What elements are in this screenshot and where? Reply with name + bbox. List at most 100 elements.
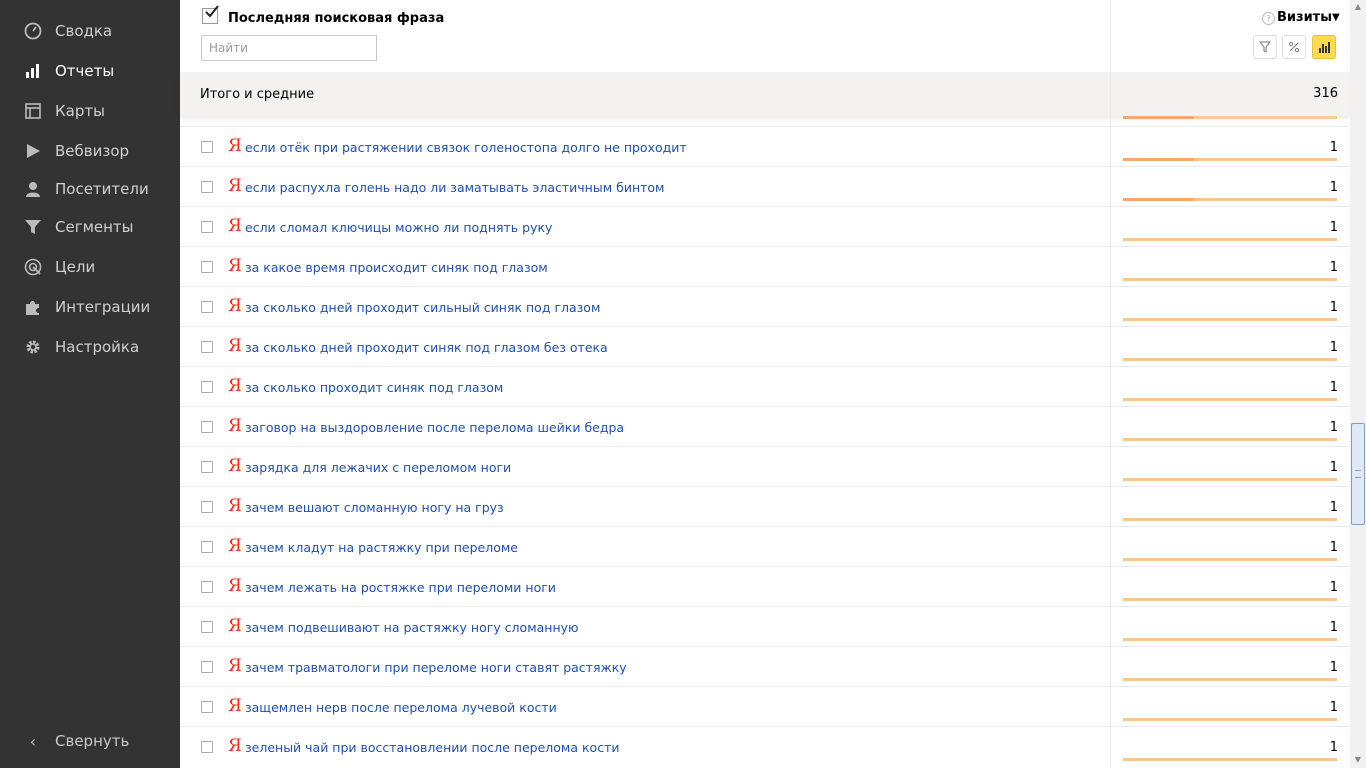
search-phrase-link[interactable]: зачем кладут на растяжку при переломе (245, 540, 518, 555)
visits-value: 1 (1329, 140, 1338, 155)
map-layout-icon (23, 101, 43, 121)
row-checkbox[interactable] (201, 301, 213, 313)
row-checkbox[interactable] (201, 581, 213, 593)
visits-bar (1123, 558, 1337, 561)
search-phrase-link[interactable]: зеленый чай при восстановлении после пер… (245, 740, 619, 755)
row-checkbox[interactable] (201, 741, 213, 753)
table-body: Яесли отёк при растяжении связок голенос… (180, 126, 1350, 766)
search-phrase-link[interactable]: зачем вешают сломанную ногу на груз (245, 500, 504, 515)
sidebar-item-goals[interactable]: Цели (0, 251, 180, 283)
yandex-logo-icon: Я (228, 376, 242, 396)
row-checkbox[interactable] (201, 341, 213, 353)
puzzle-icon (23, 297, 43, 317)
sidebar-item-maps[interactable]: Карты (0, 95, 180, 127)
visits-bar (1123, 278, 1337, 281)
yandex-logo-icon: Я (228, 336, 242, 356)
table-row: Язеленый чай при восстановлении после пе… (180, 726, 1350, 766)
report-table: Последняя поисковая фраза ? Визиты ▼ Ито… (180, 0, 1350, 768)
visits-value: 1 (1329, 180, 1338, 195)
chevron-left-icon: ‹ (29, 731, 37, 751)
sidebar-item-segments[interactable]: Сегменты (0, 211, 180, 243)
visits-value: 1 (1329, 220, 1338, 235)
scrollbar-thumb[interactable] (1351, 423, 1365, 525)
help-icon[interactable]: ? (1262, 12, 1275, 25)
yandex-logo-icon: Я (228, 576, 242, 596)
search-phrase-link[interactable]: за сколько дней проходит сильный синяк п… (245, 300, 600, 315)
visits-bar (1123, 478, 1337, 481)
yandex-logo-icon: Я (228, 736, 242, 756)
row-checkbox[interactable] (201, 141, 213, 153)
visits-value: 1 (1329, 580, 1338, 595)
table-row: Язащемлен нерв после перелома лучевой ко… (180, 686, 1350, 726)
percent-button[interactable] (1282, 35, 1306, 59)
visits-bar (1123, 198, 1337, 201)
sidebar: Сводка Отчеты Карты Вебвизор Посетители … (0, 0, 180, 768)
sidebar-item-integrations[interactable]: Интеграции (0, 291, 180, 323)
totals-label: Итого и средние (200, 87, 315, 102)
row-checkbox[interactable] (201, 221, 213, 233)
row-checkbox[interactable] (201, 421, 213, 433)
search-phrase-link[interactable]: зарядка для лежачих с переломом ноги (245, 460, 511, 475)
sidebar-item-label: Вебвизор (55, 142, 130, 160)
dimension-checkbox[interactable] (202, 5, 219, 24)
row-checkbox[interactable] (201, 501, 213, 513)
sidebar-item-webvisor[interactable]: Вебвизор (0, 135, 180, 167)
yandex-logo-icon: Я (228, 256, 242, 276)
metric-title[interactable]: Визиты (1277, 10, 1332, 25)
chart-toggle-button[interactable] (1312, 35, 1336, 59)
search-phrase-link[interactable]: за сколько дней проходит синяк под глазо… (245, 340, 608, 355)
sidebar-item-label: Настройка (55, 338, 140, 356)
visits-value: 1 (1329, 420, 1338, 435)
row-checkbox[interactable] (201, 261, 213, 273)
visits-value: 1 (1329, 660, 1338, 675)
search-phrase-link[interactable]: зачем травматологи при переломе ноги ста… (245, 660, 627, 675)
sidebar-item-visitors[interactable]: Посетители (0, 173, 180, 205)
search-phrase-link[interactable]: если сломал ключицы можно ли поднять рук… (245, 220, 552, 235)
visits-value: 1 (1329, 340, 1338, 355)
search-phrase-link[interactable]: защемлен нерв после перелома лучевой кос… (245, 700, 557, 715)
search-phrase-link[interactable]: заговор на выздоровление после перелома … (245, 420, 624, 435)
sidebar-item-settings[interactable]: Настройка (0, 331, 180, 363)
visits-bar (1123, 598, 1337, 601)
search-phrase-link[interactable]: если распухла голень надо ли заматывать … (245, 180, 664, 195)
row-checkbox[interactable] (201, 701, 213, 713)
row-checkbox[interactable] (201, 541, 213, 553)
search-phrase-link[interactable]: если отёк при растяжении связок голеност… (245, 140, 687, 155)
sidebar-item-label: Отчеты (55, 62, 115, 80)
row-checkbox[interactable] (201, 661, 213, 673)
sidebar-item-label: Цели (55, 258, 96, 276)
visits-bar (1123, 158, 1337, 161)
visits-value: 1 (1329, 380, 1338, 395)
search-phrase-link[interactable]: за какое время происходит синяк под глаз… (245, 260, 548, 275)
sidebar-item-reports[interactable]: Отчеты (0, 55, 180, 87)
row-checkbox[interactable] (201, 381, 213, 393)
visits-value: 1 (1329, 740, 1338, 755)
row-checkbox[interactable] (201, 621, 213, 633)
table-row: Язачем подвешивают на растяжку ногу слом… (180, 606, 1350, 646)
table-row: Язачем вешают сломанную ногу на груз 1 (180, 486, 1350, 526)
bar-chart-icon (1319, 42, 1330, 53)
vertical-scrollbar[interactable]: ▲ ▼ (1350, 0, 1366, 768)
yandex-logo-icon: Я (228, 416, 242, 436)
search-phrase-link[interactable]: зачем лежать на ростяжке при перелом­и н… (245, 580, 556, 595)
row-checkbox[interactable] (201, 461, 213, 473)
search-input[interactable] (201, 35, 377, 61)
sidebar-item-summary[interactable]: Сводка (0, 15, 180, 47)
table-row: Яза сколько дней проходит синяк под глаз… (180, 326, 1350, 366)
search-phrase-link[interactable]: зачем подвешивают на растяжку ногу слома… (245, 620, 579, 635)
yandex-logo-icon: Я (228, 456, 242, 476)
row-checkbox[interactable] (201, 181, 213, 193)
filter-button[interactable] (1253, 35, 1277, 59)
yandex-logo-icon: Я (228, 536, 242, 556)
sort-arrow-icon[interactable]: ▼ (1332, 12, 1340, 23)
funnel-icon (23, 217, 43, 237)
scroll-down-arrow-icon[interactable]: ▼ (1350, 752, 1366, 768)
search-phrase-link[interactable]: за сколько проходит синяк под глазом (245, 380, 503, 395)
visits-bar (1123, 238, 1337, 241)
visits-value: 1 (1329, 460, 1338, 475)
sidebar-item-label: Посетители (55, 180, 149, 198)
table-row: Яза сколько проходит синяк под глазом 1 (180, 366, 1350, 406)
collapse-sidebar-button[interactable]: ‹ Свернуть (0, 726, 180, 756)
yandex-logo-icon: Я (228, 616, 242, 636)
scroll-up-arrow-icon[interactable]: ▲ (1350, 0, 1366, 14)
